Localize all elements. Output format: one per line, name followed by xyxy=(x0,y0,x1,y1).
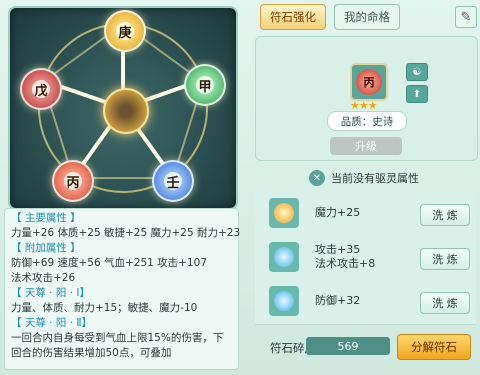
slot-orb-icon[interactable] xyxy=(269,286,299,316)
tab-rune-enhance[interactable]: 符石强化 xyxy=(260,4,326,30)
wash-button[interactable]: 洗 炼 xyxy=(420,204,470,226)
rune-gem-icon: 丙 xyxy=(356,69,382,95)
fragment-count: 569 xyxy=(306,337,390,355)
main-attr-header: 【 主要属性 】 xyxy=(11,212,81,224)
notice-text: 当前没有驱灵属性 xyxy=(331,172,419,185)
spirit-notice: ✕ 当前没有驱灵属性 xyxy=(309,170,419,186)
rune-slot[interactable]: 丙 xyxy=(350,63,388,101)
slot-stat: 魔力+25 xyxy=(315,206,361,219)
slot-stat: 法术攻击+8 xyxy=(315,257,376,270)
tab-bar: 符石强化 我的命格 xyxy=(260,4,400,30)
wash-button[interactable]: 洗 炼 xyxy=(420,292,470,314)
rune-card: 丙 ★★★ ☯ ⬆ 品质：史诗 升级 xyxy=(255,36,478,161)
rune-gem-bing[interactable]: 丙 xyxy=(52,160,94,202)
wash-button[interactable]: 洗 炼 xyxy=(420,248,470,270)
rune-gem-geng[interactable]: 庚 xyxy=(104,10,146,52)
quality-label: 品质：史诗 xyxy=(327,111,407,131)
slot-stat: 防御+32 xyxy=(315,294,361,307)
yin-yang-icon[interactable]: ☯ xyxy=(406,63,428,81)
slot-row: 防御+32 洗 炼 xyxy=(255,280,476,325)
extra-attr-header: 【 附加属性 】 xyxy=(11,242,81,254)
edit-icon[interactable]: ✎ xyxy=(455,6,477,28)
rune-gem-wu[interactable]: 戊 xyxy=(20,68,62,110)
upload-icon[interactable]: ⬆ xyxy=(406,85,428,103)
tianzun-1-line: 力量、体质、耐力+15；敏捷、魔力-10 xyxy=(11,302,198,314)
slot-row: 魔力+25 洗 炼 xyxy=(255,192,476,237)
tab-my-fate[interactable]: 我的命格 xyxy=(334,4,400,30)
tianzun-2-header: 【 天尊 · 阳 · Ⅱ】 xyxy=(11,317,93,329)
main-attr-line: 力量+26 体质+25 敏捷+25 魔力+25 耐力+23 xyxy=(11,227,241,239)
tianzun-2-line: 一回合内自身每受到气血上限15%的伤害，下回合的伤害结果增加50点，可叠加 xyxy=(11,332,224,359)
attribute-panel: 【 主要属性 】 力量+26 体质+25 敏捷+25 魔力+25 耐力+23 【… xyxy=(4,208,241,370)
close-circle-icon: ✕ xyxy=(309,170,325,186)
extra-attr-line-1: 防御+69 速度+56 气血+251 攻击+107 xyxy=(11,257,208,269)
decompose-rune-button[interactable]: 分解符石 xyxy=(397,334,471,360)
center-emblem-icon xyxy=(103,88,149,134)
rune-gem-ren[interactable]: 壬 xyxy=(152,160,194,202)
tianzun-1-header: 【 天尊 · 阳 · Ⅰ】 xyxy=(11,287,90,299)
slot-orb-icon[interactable] xyxy=(269,242,299,272)
rune-window: 庚 甲 壬 丙 戊 【 主要属性 】 力量+26 体质+25 敏捷+25 魔力+… xyxy=(0,0,480,375)
slot-stat: 攻击+35 xyxy=(315,243,361,256)
slot-row: 攻击+35 法术攻击+8 洗 炼 xyxy=(255,236,476,281)
slot-orb-icon[interactable] xyxy=(269,198,299,228)
extra-attr-line-2: 法术攻击+26 xyxy=(11,272,76,284)
upgrade-button[interactable]: 升级 xyxy=(330,137,402,155)
rune-wheel: 庚 甲 壬 丙 戊 xyxy=(8,6,238,210)
rune-gem-jia[interactable]: 甲 xyxy=(184,64,226,106)
